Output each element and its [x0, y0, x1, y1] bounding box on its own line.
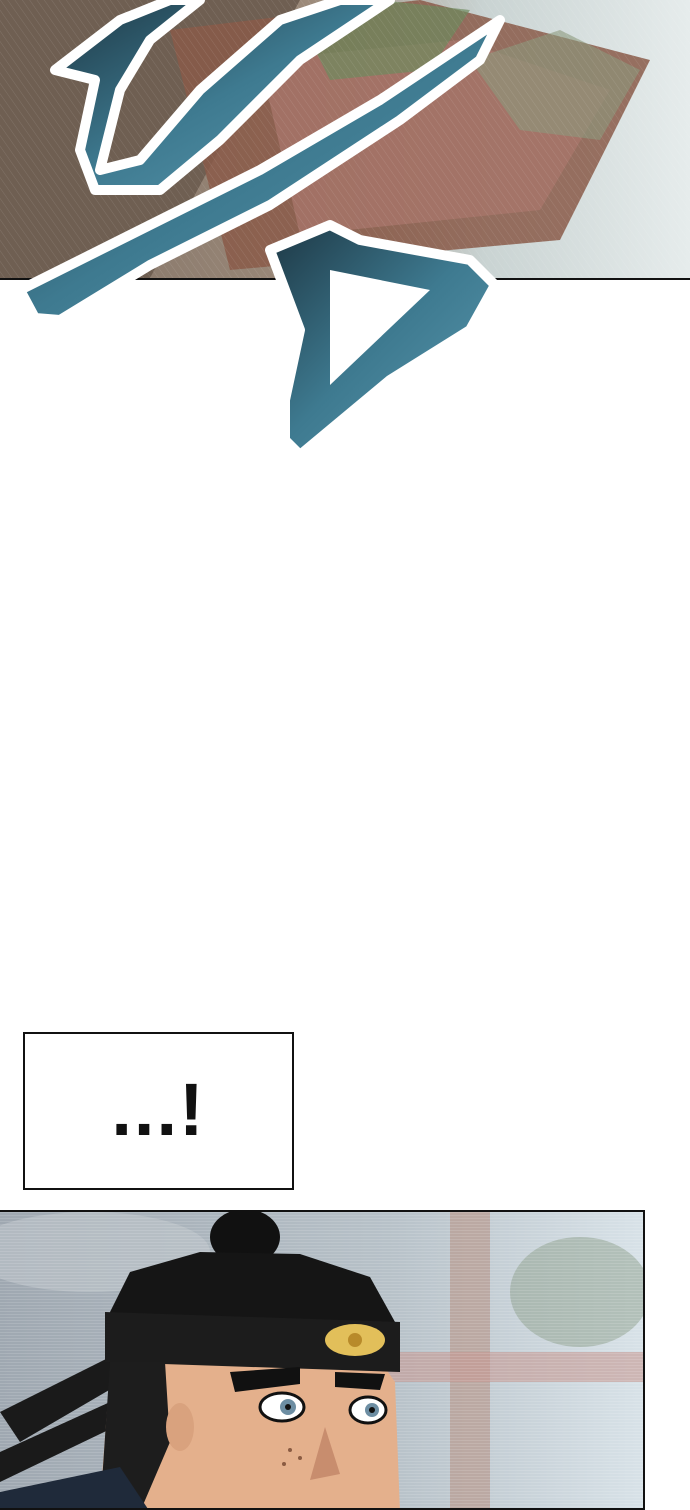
top-panel-art [0, 0, 690, 278]
top-panel [0, 0, 690, 280]
bottom-panel [0, 1210, 645, 1510]
bottom-panel-art [0, 1212, 643, 1508]
caption-box: ...! [23, 1032, 294, 1190]
caption-text: ...! [111, 1067, 206, 1151]
